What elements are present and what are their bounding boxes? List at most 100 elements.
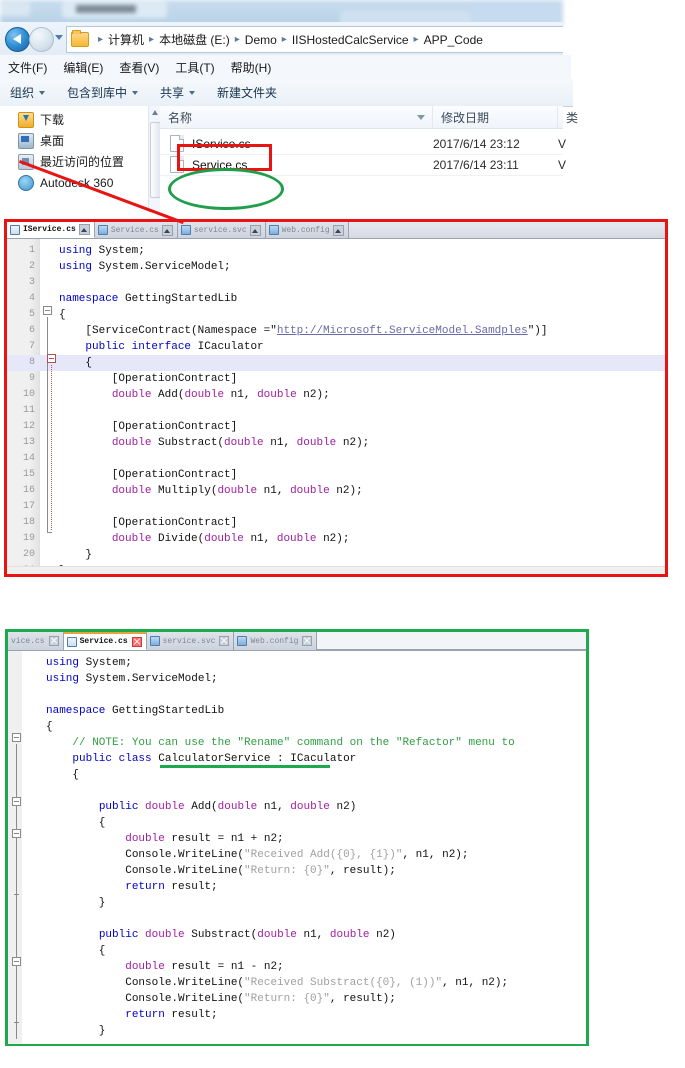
toolbar-new-folder[interactable]: 新建文件夹 [217,84,277,101]
tab-menu-icon[interactable] [78,224,90,235]
column-header-name[interactable]: 名称 [160,106,433,128]
breadcrumb-item-1[interactable]: 本地磁盘 (E:) [159,31,230,48]
fold-toggle-namespace[interactable] [12,733,21,742]
code-text: } [59,549,93,561]
code-text: double result = n1 + n2; [125,833,284,845]
close-icon[interactable] [219,636,230,646]
code-line: 13 double Substract(double n1, double n2… [7,435,665,451]
code-line: 16 double Multiply(double n1, double n2)… [7,483,665,499]
tab-service-cs[interactable]: Service.cs [94,222,178,238]
close-icon[interactable] [131,636,142,647]
close-icon[interactable] [48,636,59,646]
explorer-body: 下载 桌面 最近访问的位置 Autodesk 360 名称 [0,106,578,215]
csharp-file-icon [10,224,20,235]
code-text: double Add(double n1, double n2); [111,389,330,401]
breadcrumb[interactable]: ▸ 计算机 ▸ 本地磁盘 (E:) ▸ Demo ▸ IISHostedCalc… [66,26,563,53]
code-line: 8 { [7,355,665,371]
code-line: namespace GettingStartedLib [8,703,586,719]
menu-item-edit[interactable]: 编辑(E) [63,59,103,76]
recent-pages-dropdown-icon[interactable] [55,35,63,40]
line-number: 1 [28,245,35,256]
code-line: 14 [7,451,665,467]
fold-toggle-interface[interactable] [47,354,56,363]
sort-caret-icon[interactable] [417,115,425,120]
code-line: { [8,815,586,831]
code-text: double Multiply(double n1, double n2); [111,485,363,497]
tab-iservice-cs-partial[interactable]: vice.cs [8,632,64,650]
fold-guide-line-dotted [51,365,52,530]
code-text: [OperationContract] [59,373,238,385]
horizontal-scrollbar[interactable] [7,566,665,574]
toolbar-include-in-library[interactable]: 包含到库中 [67,84,139,101]
code-text: Console.WriteLine("Received Add({0}, {1}… [46,849,469,861]
scroll-up-arrow-icon[interactable] [152,110,158,115]
tab-web-config[interactable]: Web.config [265,222,349,238]
close-icon[interactable] [302,636,313,646]
chevron-down-icon [39,90,46,95]
code-text: { [46,817,106,829]
code-text: double Substract(double n1, double n2); [111,437,370,449]
menu-item-view[interactable]: 查看(V) [119,59,159,76]
code-text: { [46,769,80,781]
breadcrumb-item-2[interactable]: Demo [245,33,277,47]
breadcrumb-item-0[interactable]: 计算机 [108,31,144,48]
column-header-date-modified[interactable]: 修改日期 [433,106,558,128]
desktop-icon [18,132,34,149]
code-line: { [8,719,586,735]
fold-guide-end [14,894,19,895]
sidebar-item-desktop[interactable]: 桌面 [0,130,148,151]
code-line: 2 using System.ServiceModel; [7,259,665,275]
menu-item-help[interactable]: 帮助(H) [231,59,272,76]
config-file-icon [268,225,279,235]
column-header-type[interactable]: 类 [558,106,618,128]
tab-service-svc[interactable]: service.svc [177,222,266,238]
fold-toggle-namespace[interactable] [43,306,52,315]
code-text: // NOTE: You can use the "Rename" comman… [72,737,515,749]
fold-toggle-method-substract[interactable] [12,957,21,966]
code-editor-iservice: IService.cs Service.cs service.svc Web.c… [4,219,668,577]
forward-button[interactable] [29,27,54,52]
menu-item-file[interactable]: 文件(F) [8,59,47,76]
tab-menu-icon[interactable] [332,224,344,236]
code-area[interactable]: 1 using System; 2 using System.ServiceModel… [7,239,665,574]
back-button[interactable] [5,27,30,52]
annotation-green-underline-class [160,765,330,768]
tab-label: vice.cs [11,636,45,646]
line-number: 18 [22,517,35,528]
fold-guide-line [16,744,17,1039]
fold-toggle-class[interactable] [12,797,21,806]
file-type: V [558,136,567,151]
tab-iservice-cs[interactable]: IService.cs [7,222,95,238]
tab-menu-icon[interactable] [161,224,173,236]
breadcrumb-separator: ▸ [149,34,155,45]
sidebar-item-downloads[interactable]: 下载 [0,109,148,130]
code-line: 17 [7,499,665,515]
code-line: Console.WriteLine("Received Substract({0… [8,975,586,991]
toolbar-share-label: 共享 [160,86,185,100]
code-editor-service: vice.cs Service.cs service.svc Web.confi… [5,629,589,1046]
menu-item-tools[interactable]: 工具(T) [175,59,214,76]
tab-menu-icon[interactable] [249,224,261,236]
line-number: 3 [28,277,35,288]
breadcrumb-item-4[interactable]: APP_Code [424,33,483,47]
download-icon [18,111,34,128]
code-area[interactable]: using System; using System.ServiceModel; n… [8,651,586,1044]
sidebar-item-label: 下载 [40,113,65,127]
toolbar-share[interactable]: 共享 [160,84,196,101]
tab-web-config[interactable]: Web.config [234,632,318,650]
tab-label: Web.config [250,636,299,646]
code-text: } [46,1025,106,1037]
code-line: 6 [ServiceContract(Namespace ="http://Mi… [7,323,665,339]
code-line: // NOTE: You can use the "Rename" comman… [8,735,586,751]
line-number: 7 [28,341,35,352]
breadcrumb-item-3[interactable]: IISHostedCalcService [292,33,409,47]
tab-service-cs[interactable]: Service.cs [63,632,147,650]
fold-toggle-method-add[interactable] [12,829,21,838]
tab-service-svc[interactable]: service.svc [146,632,235,650]
code-line: { [8,767,586,783]
toolbar-organize[interactable]: 组织 [10,84,46,101]
code-text: using System; [59,245,145,257]
blurred-button-left [0,2,30,16]
